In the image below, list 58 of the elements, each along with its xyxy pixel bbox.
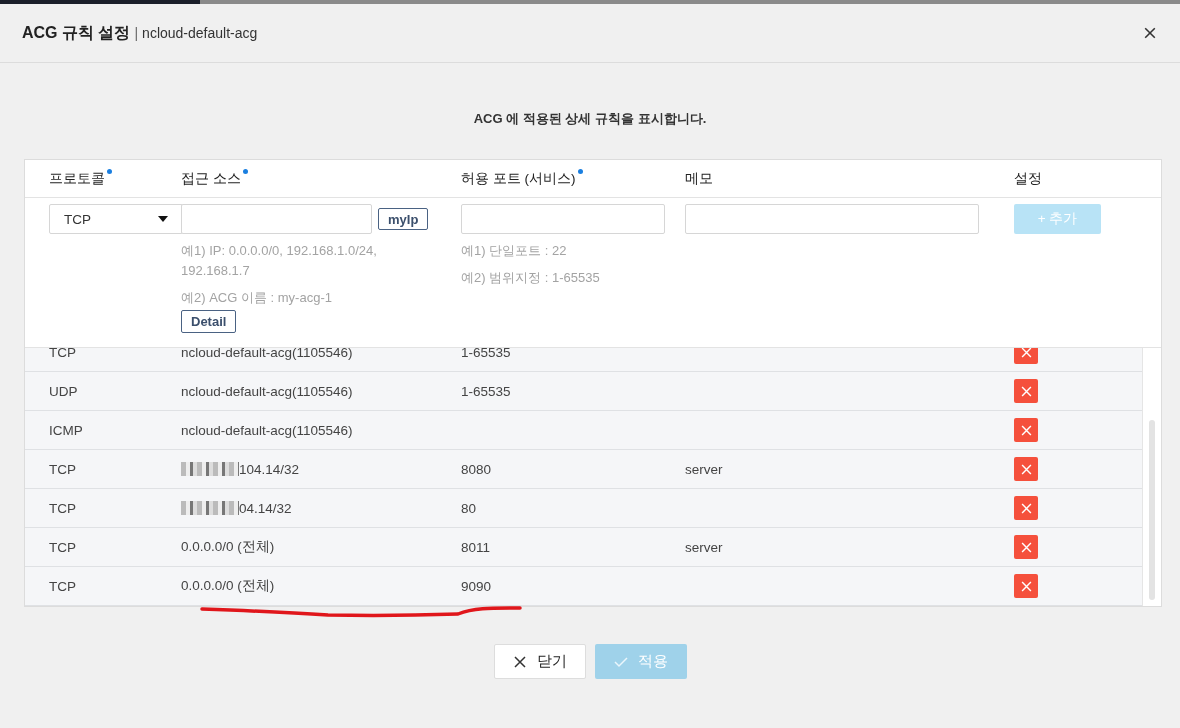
protocol-cell-text: ICMP <box>48 422 84 438</box>
column-header: 프로토콜 <box>49 169 105 188</box>
port-cell: 9090 <box>461 578 492 594</box>
protocol-cell-text: TCP <box>48 539 77 555</box>
column-header: 메모 <box>685 169 713 188</box>
myip-button[interactable]: myIp <box>378 208 429 230</box>
port-input[interactable] <box>461 204 665 234</box>
column-header: 접근 소스 <box>181 169 241 188</box>
close-icon <box>512 655 527 668</box>
close-icon <box>1020 424 1032 436</box>
checkmark-icon <box>613 655 628 668</box>
protocol-dropdown[interactable]: TCP <box>49 204 183 234</box>
close-icon <box>1020 348 1032 358</box>
delete-button[interactable] <box>1014 535 1038 559</box>
hint-text: 예1) IP: 0.0.0.0/0, 192.168.1.0/24, 192.168.1.7 <box>181 242 378 280</box>
close-icon <box>1020 541 1032 553</box>
dialog-subtitle: ncloud-default-acg <box>142 25 258 41</box>
delete-button[interactable] <box>1014 496 1038 520</box>
source-cell: 0.0.0.0/0 (전체) <box>181 577 275 595</box>
title-separator: | <box>134 25 139 41</box>
source-cell: 0.0.0.0/0 (전체) <box>181 538 275 556</box>
port-cell: 1-65535 <box>461 348 511 360</box>
memo-cell: server <box>685 461 723 477</box>
source-cell: ncloud-default-acg(1105546) <box>181 422 353 438</box>
close-icon <box>1020 463 1032 475</box>
column-header: 허용 포트 (서비스) <box>461 169 576 188</box>
source-input[interactable] <box>181 204 372 234</box>
source-cell: 04.14/32 <box>239 500 292 516</box>
port-cell: 1-65535 <box>461 383 511 399</box>
delete-button[interactable] <box>1014 379 1038 403</box>
hint-text: 예1) 단일포트 : 22 <box>461 242 568 260</box>
detail-button[interactable]: Detail <box>181 310 237 333</box>
close-icon <box>1020 502 1032 514</box>
close-icon <box>1020 580 1032 592</box>
column-header: 설정 <box>1014 169 1042 188</box>
source-cell: ncloud-default-acg(1105546) <box>181 383 353 399</box>
description-text: ACG 에 적용된 상세 규칙을 표시합니다. <box>473 111 707 126</box>
port-cell: 8011 <box>461 539 491 555</box>
dialog-close-button[interactable]: 닫기 <box>493 644 586 679</box>
close-icon <box>1020 385 1032 397</box>
memo-cell: server <box>685 539 723 555</box>
close-button[interactable] <box>1142 25 1158 41</box>
port-cell: 80 <box>461 500 477 516</box>
protocol-cell-text: TCP <box>48 500 77 516</box>
hint-text: 예2) 범위지정 : 1-65535 <box>461 269 601 287</box>
delete-button[interactable] <box>1014 418 1038 442</box>
close-icon <box>1144 27 1156 39</box>
protocol-cell-text: TCP <box>48 461 77 477</box>
protocol-cell-text: UDP <box>48 383 79 399</box>
dialog-title: ACG 규칙 설정 <box>22 22 131 43</box>
hint-text: 예2) ACG 이름 : my-acg-1 <box>181 289 333 307</box>
caret-icon <box>158 216 168 222</box>
source-cell: 104.14/32 <box>239 461 300 477</box>
delete-button[interactable] <box>1014 457 1038 481</box>
delete-button[interactable] <box>1014 574 1038 598</box>
port-cell: 8080 <box>461 461 492 477</box>
memo-input[interactable] <box>685 204 979 234</box>
protocol-cell-text: TCP <box>48 578 77 594</box>
